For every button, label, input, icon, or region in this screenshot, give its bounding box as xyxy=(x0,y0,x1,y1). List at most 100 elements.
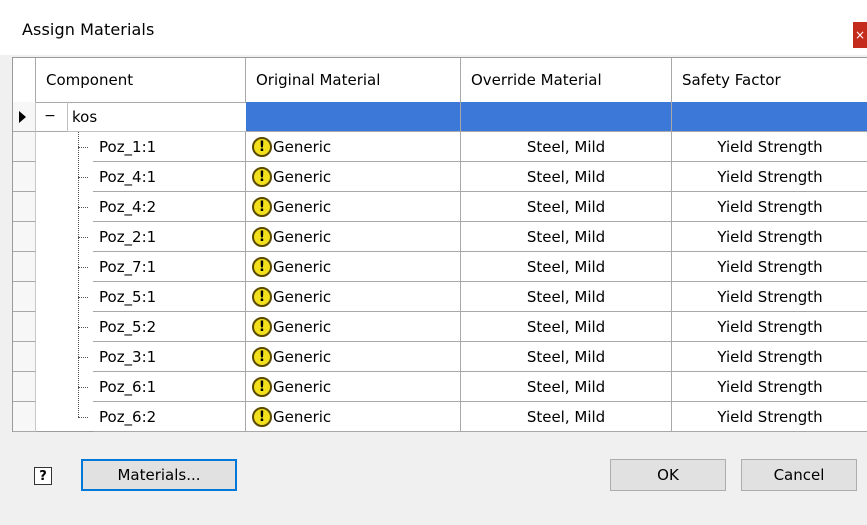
override-material-cell[interactable]: Steel, Mild xyxy=(461,132,672,162)
root-override-cell[interactable] xyxy=(461,102,672,132)
warning-icon: ! xyxy=(252,136,272,157)
tree-branch-line xyxy=(78,207,88,208)
original-material-text: Generic xyxy=(273,258,332,276)
row-indicator xyxy=(13,252,36,282)
row-indicator xyxy=(13,372,36,402)
current-row-arrow-icon xyxy=(19,111,26,123)
original-material-cell[interactable]: ! Generic xyxy=(246,132,461,162)
safety-factor-cell[interactable]: Yield Strength xyxy=(672,132,867,162)
row-indicator xyxy=(13,402,36,432)
component-cell[interactable]: Poz_3:1 xyxy=(93,342,246,372)
close-button[interactable]: × xyxy=(853,22,867,48)
safety-factor-cell[interactable]: Yield Strength xyxy=(672,162,867,192)
safety-factor-cell[interactable]: Yield Strength xyxy=(672,192,867,222)
warning-icon: ! xyxy=(252,316,272,337)
close-icon: × xyxy=(854,28,866,42)
safety-factor-cell[interactable]: Yield Strength xyxy=(672,282,867,312)
component-cell[interactable]: Poz_5:2 xyxy=(93,312,246,342)
override-material-cell[interactable]: Steel, Mild xyxy=(461,312,672,342)
help-icon[interactable]: ? xyxy=(34,467,52,485)
cancel-button[interactable]: Cancel xyxy=(741,459,857,491)
table-row[interactable]: Poz_5:1! Generic Steel, Mild Yield Strength xyxy=(13,282,867,312)
component-cell[interactable]: Poz_4:2 xyxy=(93,192,246,222)
tree-branch-line xyxy=(78,147,88,148)
component-cell[interactable]: Poz_7:1 xyxy=(93,252,246,282)
root-component-label[interactable]: kos xyxy=(67,102,247,132)
row-indicator xyxy=(13,102,36,132)
safety-factor-cell[interactable]: Yield Strength xyxy=(672,342,867,372)
component-cell[interactable]: Poz_5:1 xyxy=(93,282,246,312)
table-row[interactable]: Poz_2:1! Generic Steel, Mild Yield Strength xyxy=(13,222,867,252)
safety-factor-cell[interactable]: Yield Strength xyxy=(672,402,867,432)
warning-icon: ! xyxy=(252,346,272,367)
component-cell[interactable]: Poz_4:1 xyxy=(93,162,246,192)
tree-branch-line xyxy=(78,237,88,238)
ok-button[interactable]: OK xyxy=(610,459,726,491)
materials-button[interactable]: Materials... xyxy=(81,459,237,491)
row-indicator xyxy=(13,342,36,372)
original-material-text: Generic xyxy=(273,138,332,156)
override-material-cell[interactable]: Steel, Mild xyxy=(461,342,672,372)
safety-factor-cell[interactable]: Yield Strength xyxy=(672,222,867,252)
warning-icon: ! xyxy=(252,166,272,187)
header-override-material[interactable]: Override Material xyxy=(461,58,672,102)
original-material-cell[interactable]: ! Generic xyxy=(246,162,461,192)
original-material-cell[interactable]: ! Generic xyxy=(246,222,461,252)
table-row-root[interactable]: − kos xyxy=(13,102,867,132)
grid-header: Component Original Material Override Mat… xyxy=(13,58,867,103)
table-row[interactable]: Poz_7:1! Generic Steel, Mild Yield Strength xyxy=(13,252,867,282)
override-material-cell[interactable]: Steel, Mild xyxy=(461,252,672,282)
tree-branch-line xyxy=(78,267,88,268)
safety-factor-cell[interactable]: Yield Strength xyxy=(672,372,867,402)
table-row[interactable]: Poz_4:2! Generic Steel, Mild Yield Strength xyxy=(13,192,867,222)
override-material-cell[interactable]: Steel, Mild xyxy=(461,222,672,252)
original-material-cell[interactable]: ! Generic xyxy=(246,192,461,222)
collapse-cell: − xyxy=(36,102,67,132)
row-indicator xyxy=(13,192,36,222)
original-material-cell[interactable]: ! Generic xyxy=(246,402,461,432)
collapse-icon[interactable]: − xyxy=(44,109,56,123)
header-original-material[interactable]: Original Material xyxy=(246,58,461,102)
original-material-cell[interactable]: ! Generic xyxy=(246,252,461,282)
original-material-text: Generic xyxy=(273,288,332,306)
root-safety-cell[interactable] xyxy=(672,102,867,132)
component-cell[interactable]: Poz_6:1 xyxy=(93,372,246,402)
component-cell[interactable]: Poz_1:1 xyxy=(93,132,246,162)
table-row[interactable]: Poz_4:1! Generic Steel, Mild Yield Strength xyxy=(13,162,867,192)
root-original-cell[interactable] xyxy=(246,102,461,132)
original-material-text: Generic xyxy=(273,168,332,186)
assign-materials-dialog: Assign Materials × Component Original Ma… xyxy=(0,0,867,525)
override-material-cell[interactable]: Steel, Mild xyxy=(461,192,672,222)
original-material-text: Generic xyxy=(273,348,332,366)
table-row[interactable]: Poz_6:2! Generic Steel, Mild Yield Strength xyxy=(13,402,867,432)
original-material-text: Generic xyxy=(273,318,332,336)
tree-branch-line xyxy=(78,357,88,358)
title-bar: Assign Materials × xyxy=(0,0,867,55)
component-cell[interactable]: Poz_6:2 xyxy=(93,402,246,432)
table-row[interactable]: Poz_3:1! Generic Steel, Mild Yield Strength xyxy=(13,342,867,372)
original-material-cell[interactable]: ! Generic xyxy=(246,342,461,372)
safety-factor-cell[interactable]: Yield Strength xyxy=(672,252,867,282)
original-material-cell[interactable]: ! Generic xyxy=(246,312,461,342)
original-material-text: Generic xyxy=(273,228,332,246)
tree-branch-line xyxy=(78,177,88,178)
tree-branch-line xyxy=(78,417,88,418)
header-safety-factor[interactable]: Safety Factor xyxy=(672,58,867,102)
original-material-text: Generic xyxy=(273,378,332,396)
original-material-cell[interactable]: ! Generic xyxy=(246,372,461,402)
table-row[interactable]: Poz_6:1! Generic Steel, Mild Yield Strength xyxy=(13,372,867,402)
original-material-cell[interactable]: ! Generic xyxy=(246,282,461,312)
warning-icon: ! xyxy=(252,286,272,307)
warning-icon: ! xyxy=(252,226,272,247)
override-material-cell[interactable]: Steel, Mild xyxy=(461,372,672,402)
row-indicator xyxy=(13,162,36,192)
table-row[interactable]: Poz_5:2! Generic Steel, Mild Yield Strength xyxy=(13,312,867,342)
table-row[interactable]: Poz_1:1! Generic Steel, Mild Yield Strength xyxy=(13,132,867,162)
override-material-cell[interactable]: Steel, Mild xyxy=(461,162,672,192)
override-material-cell[interactable]: Steel, Mild xyxy=(461,282,672,312)
override-material-cell[interactable]: Steel, Mild xyxy=(461,402,672,432)
header-component[interactable]: Component xyxy=(36,58,246,102)
row-indicator xyxy=(13,282,36,312)
safety-factor-cell[interactable]: Yield Strength xyxy=(672,312,867,342)
component-cell[interactable]: Poz_2:1 xyxy=(93,222,246,252)
